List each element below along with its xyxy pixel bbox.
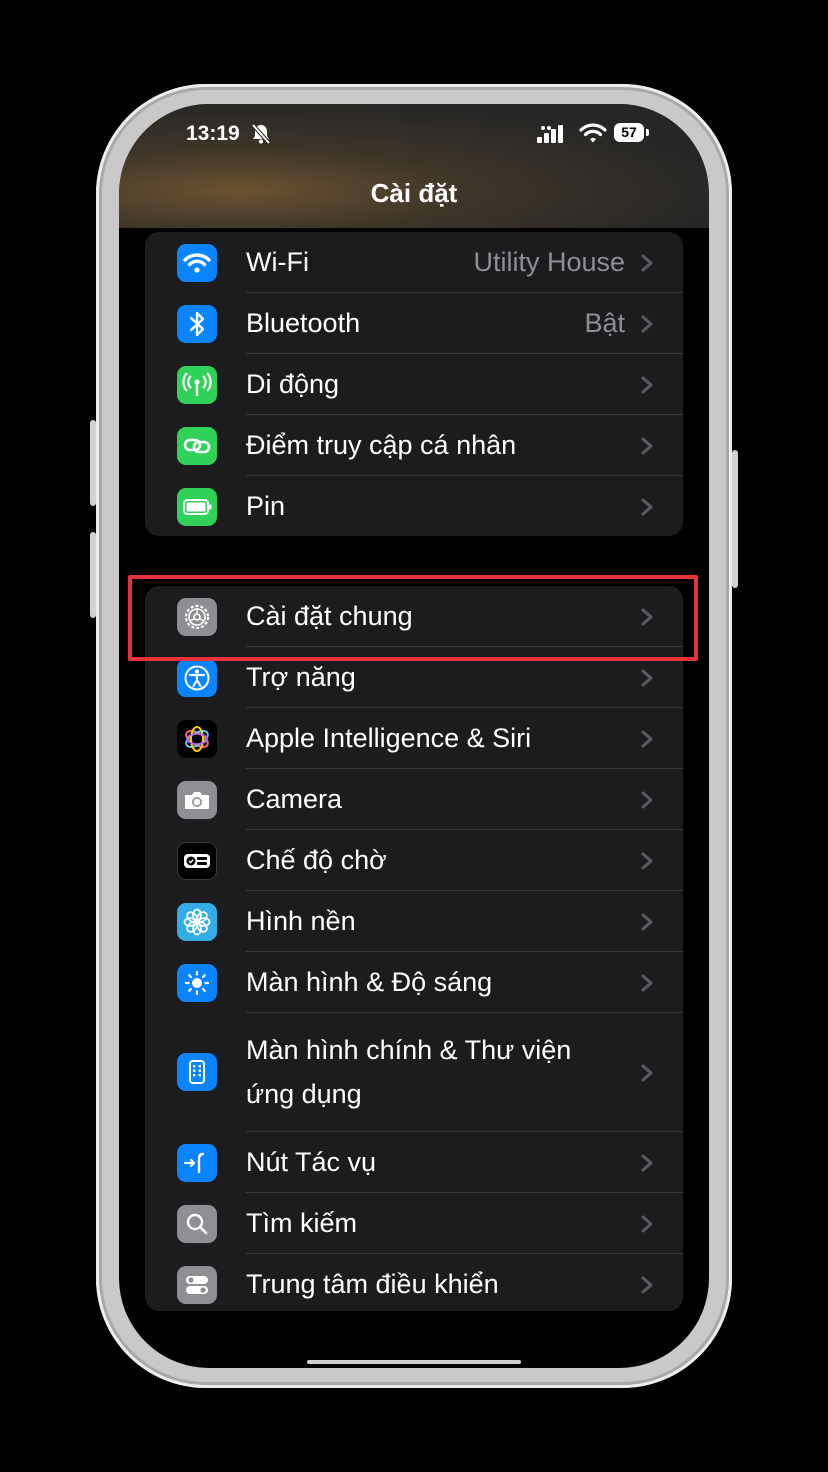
accessibility-icon	[177, 659, 217, 697]
row-label: Nút Tác vụ	[246, 1147, 377, 1177]
general-group: Cài đặt chung Trợ năng Apple Intelligenc…	[145, 586, 683, 1311]
chevron-right-icon	[641, 1276, 653, 1299]
volume-button	[90, 532, 96, 618]
side-button	[732, 450, 738, 588]
chevron-right-icon	[641, 437, 653, 460]
bell-slash-icon	[251, 123, 271, 150]
wifi-status-icon	[579, 122, 607, 149]
row-label: Pin	[246, 491, 286, 521]
cellular-signal-icon	[537, 124, 571, 149]
status-time: 13:19	[186, 122, 240, 145]
settings-row-bluetooth[interactable]: Bluetooth Bật	[145, 293, 683, 354]
chevron-right-icon	[641, 1064, 653, 1087]
chevron-right-icon	[641, 376, 653, 399]
hotspot-link-icon	[177, 427, 217, 465]
row-label: Màn hình chính & Thư viện ứng dụng	[246, 1035, 572, 1109]
chevron-right-icon	[641, 1215, 653, 1238]
row-label: Di động	[246, 369, 340, 399]
action-button-icon	[177, 1144, 217, 1182]
standby-icon	[177, 842, 217, 880]
row-label: Tìm kiếm	[246, 1208, 357, 1238]
row-value: Utility House	[473, 247, 625, 277]
settings-row-control-center[interactable]: Trung tâm điều khiển	[145, 1254, 683, 1311]
screen: 13:19 57 Cài đặt Wi-Fi Utility House Blu…	[119, 104, 709, 1368]
battery-level: 57	[614, 123, 644, 142]
connectivity-group: Wi-Fi Utility House Bluetooth Bật Di độn…	[145, 232, 683, 536]
sun-icon	[177, 964, 217, 1002]
battery-status-icon: 57	[614, 123, 650, 143]
antenna-icon	[177, 366, 217, 404]
settings-row-cellular[interactable]: Di động	[145, 354, 683, 415]
chevron-right-icon	[641, 254, 653, 277]
row-label: Màn hình & Độ sáng	[246, 967, 493, 997]
search-icon	[177, 1205, 217, 1243]
row-label: Apple Intelligence & Siri	[246, 723, 532, 753]
chevron-right-icon	[641, 974, 653, 997]
bluetooth-icon	[177, 305, 217, 343]
row-label: Wi-Fi	[246, 247, 309, 277]
settings-row-siri[interactable]: Apple Intelligence & Siri	[145, 708, 683, 769]
chevron-right-icon	[641, 730, 653, 753]
home-screen-icon	[177, 1053, 217, 1091]
row-label: Hình nền	[246, 906, 356, 936]
settings-row-battery[interactable]: Pin	[145, 476, 683, 536]
settings-row-display[interactable]: Màn hình & Độ sáng	[145, 952, 683, 1013]
highlight-box	[128, 575, 698, 661]
chevron-right-icon	[641, 315, 653, 338]
chevron-right-icon	[641, 852, 653, 875]
home-indicator	[307, 1360, 521, 1364]
row-label: Điểm truy cập cá nhân	[246, 430, 517, 460]
row-label: Bluetooth	[246, 308, 361, 338]
settings-row-search[interactable]: Tìm kiếm	[145, 1193, 683, 1254]
settings-row-home-screen[interactable]: Màn hình chính & Thư viện ứng dụng	[145, 1013, 683, 1132]
chevron-right-icon	[641, 1154, 653, 1177]
settings-row-hotspot[interactable]: Điểm truy cập cá nhân	[145, 415, 683, 476]
row-label: Trung tâm điều khiển	[246, 1269, 499, 1299]
row-label: Camera	[246, 784, 343, 814]
settings-row-camera[interactable]: Camera	[145, 769, 683, 830]
row-value: Bật	[584, 308, 625, 338]
chevron-right-icon	[641, 913, 653, 936]
page-title: Cài đặt	[370, 178, 458, 208]
settings-row-standby[interactable]: Chế độ chờ	[145, 830, 683, 891]
chevron-right-icon	[641, 498, 653, 521]
siri-icon	[177, 720, 217, 758]
settings-row-action-button[interactable]: Nút Tác vụ	[145, 1132, 683, 1193]
toggles-icon	[177, 1266, 217, 1304]
settings-row-wallpaper[interactable]: Hình nền	[145, 891, 683, 952]
chevron-right-icon	[641, 669, 653, 692]
flower-icon	[177, 903, 217, 941]
settings-row-wifi[interactable]: Wi-Fi Utility House	[145, 232, 683, 293]
action-button	[90, 420, 96, 506]
battery-icon	[177, 488, 217, 526]
row-label: Chế độ chờ	[246, 845, 387, 875]
camera-icon	[177, 781, 217, 819]
wifi-icon	[177, 244, 217, 282]
chevron-right-icon	[641, 791, 653, 814]
